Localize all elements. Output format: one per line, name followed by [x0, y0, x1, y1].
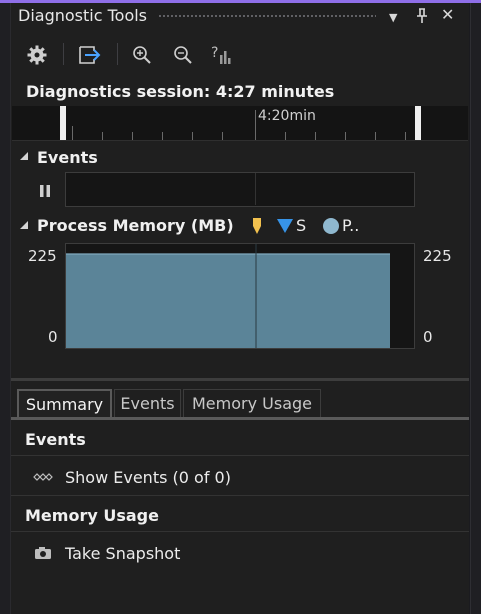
ruler-tick	[285, 132, 286, 140]
session-duration-text: Diagnostics session: 4:27 minutes	[26, 82, 335, 101]
memory-collapse-icon[interactable]	[20, 221, 28, 229]
summary-memory-usage-header: Memory Usage	[25, 506, 159, 525]
dropdown-icon[interactable]: ▼	[389, 9, 397, 27]
memory-chart-frame[interactable]	[65, 243, 415, 349]
svg-text:?: ?	[211, 45, 218, 61]
memory-chart	[66, 244, 390, 348]
toolbar-separator	[63, 43, 64, 65]
export-icon[interactable]	[78, 44, 102, 66]
legend-snapshot-triangle-icon	[276, 218, 294, 234]
events-timeline-track[interactable]	[65, 172, 415, 207]
pause-icon[interactable]	[38, 184, 52, 198]
ruler-tick	[345, 132, 346, 140]
panel-splitter[interactable]	[11, 378, 469, 381]
row-divider	[11, 531, 469, 532]
settings-gear-icon[interactable]	[26, 44, 48, 66]
y-axis-right-min: 0	[423, 328, 433, 346]
ruler-tick	[405, 132, 406, 140]
memory-area-series	[66, 254, 390, 348]
ruler-tick	[102, 132, 103, 140]
events-section-title: Events	[37, 148, 98, 167]
timeline-ruler[interactable]	[12, 106, 468, 141]
memory-section-title: Process Memory (MB)	[37, 216, 234, 235]
take-snapshot-link[interactable]: Take Snapshot	[65, 544, 180, 563]
ruler-tick	[222, 132, 223, 140]
show-events-icon	[33, 471, 53, 483]
y-axis-left-max: 225	[28, 247, 57, 265]
timeline-marker-label: 4:20min	[258, 108, 316, 124]
close-icon[interactable]: ✕	[441, 6, 454, 24]
left-gutter	[0, 3, 11, 614]
ruler-tick	[72, 126, 73, 140]
show-events-link[interactable]: Show Events (0 of 0)	[65, 468, 231, 487]
timeline-start-handle[interactable]	[60, 106, 66, 140]
zoom-in-icon[interactable]	[131, 44, 153, 66]
events-collapse-icon[interactable]	[20, 152, 28, 160]
ruler-major-tick	[255, 110, 256, 140]
legend-private-bytes-circle-icon	[322, 217, 340, 235]
reset-zoom-icon[interactable]: ?	[210, 43, 234, 67]
window-title: Diagnostic Tools	[18, 6, 148, 25]
events-time-marker	[255, 173, 256, 205]
y-axis-right-max: 225	[423, 247, 452, 265]
ruler-tick	[192, 132, 193, 140]
zoom-out-icon[interactable]	[172, 44, 194, 66]
pin-icon[interactable]	[413, 7, 431, 25]
toolbar-separator	[117, 43, 118, 65]
legend-private-bytes-label: P..	[342, 216, 360, 235]
tab-memory-usage[interactable]: Memory Usage	[183, 389, 321, 417]
tab-summary[interactable]: Summary	[17, 389, 112, 417]
ruler-tick	[375, 132, 376, 140]
row-divider	[11, 495, 469, 496]
camera-icon	[34, 546, 52, 560]
tab-events[interactable]: Events	[114, 389, 181, 417]
timeline-end-handle[interactable]	[415, 106, 421, 140]
ruler-tick	[162, 132, 163, 140]
tab-underline	[11, 417, 469, 420]
row-divider	[11, 455, 469, 456]
ruler-tick	[315, 132, 316, 140]
legend-gc-pin-icon	[251, 217, 263, 235]
y-axis-left-min: 0	[48, 328, 58, 346]
summary-events-header: Events	[25, 430, 86, 449]
title-drag-grip[interactable]	[158, 14, 376, 19]
legend-snapshot-label: S	[296, 216, 307, 235]
right-gutter	[470, 3, 481, 614]
ruler-tick	[132, 132, 133, 140]
